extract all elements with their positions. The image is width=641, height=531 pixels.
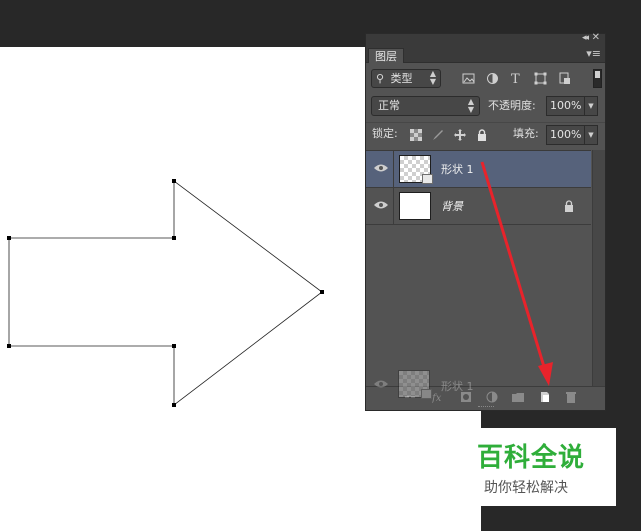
layer-thumbnail	[398, 370, 432, 399]
type-filter-icon[interactable]: T	[510, 71, 523, 84]
panel-title-strip: ◂◂ ✕	[366, 32, 605, 46]
shape-filter-icon[interactable]	[534, 72, 547, 85]
lock-image-pixels-icon[interactable]	[432, 129, 444, 141]
close-icon[interactable]: ✕	[592, 32, 600, 43]
layers-panel: ◂◂ ✕ 图层 ▾≡ ⚲ 类型 ▲ ▼ T 正常 ▲ ▼ 不透明度: 100% ▼ …	[365, 32, 606, 411]
chevron-updown-icon: ▲ ▼	[467, 97, 474, 114]
smart-object-filter-icon[interactable]	[558, 72, 571, 85]
collapse-icon[interactable]: ◂◂	[582, 33, 589, 43]
anchor-point[interactable]	[172, 344, 176, 348]
search-icon: ⚲	[376, 72, 385, 85]
adjustment-filter-icon[interactable]	[486, 72, 499, 85]
anchor-point[interactable]	[172, 179, 176, 183]
layer-name[interactable]: 背景	[441, 198, 463, 214]
anchor-point[interactable]	[7, 344, 11, 348]
drag-ghost-name: 形状 1	[441, 380, 474, 393]
layer-row-shape-1[interactable]: 形状 1	[366, 151, 591, 188]
anchor-points[interactable]	[7, 179, 324, 407]
filter-type-dropdown[interactable]: ⚲ 类型 ▲ ▼	[371, 69, 441, 88]
eye-icon[interactable]	[374, 200, 388, 210]
layer-name[interactable]: 形状 1	[441, 161, 474, 177]
filter-row: ⚲ 类型 ▲ ▼ T	[366, 67, 605, 91]
fill-input[interactable]: 100%	[546, 125, 584, 145]
shape-layer-badge-icon	[421, 389, 432, 399]
filter-type-label: 类型	[390, 72, 413, 85]
chevron-updown-icon: ▲ ▼	[429, 69, 436, 86]
layers-scrollbar[interactable]	[592, 150, 605, 400]
watermark-logo: 百科全说 助你轻松解决	[470, 428, 616, 506]
fill-dropdown-button[interactable]: ▼	[584, 125, 598, 145]
shape-layer-badge-icon	[422, 174, 433, 184]
panel-resize-grip[interactable]	[478, 406, 494, 409]
anchor-point[interactable]	[320, 290, 324, 294]
lock-all-icon[interactable]	[476, 129, 488, 141]
eye-icon	[374, 380, 388, 388]
svg-text:T: T	[511, 72, 520, 84]
layer-thumbnail	[399, 155, 433, 184]
opacity-dropdown-button[interactable]: ▼	[584, 96, 598, 116]
opacity-input[interactable]: 100%	[546, 96, 584, 116]
arrow-shape-outline	[8, 180, 323, 406]
image-filter-icon[interactable]	[462, 72, 475, 85]
watermark-title: 百科全说	[477, 443, 586, 473]
filter-toggle-switch[interactable]	[593, 69, 602, 88]
lock-label: 锁定:	[372, 127, 398, 140]
anchor-point[interactable]	[172, 403, 176, 407]
panel-tab-bar: 图层 ▾≡	[366, 46, 605, 63]
panel-menu-glyph: ≡	[591, 47, 601, 60]
eye-icon[interactable]	[374, 163, 388, 173]
lock-position-icon[interactable]	[454, 129, 466, 141]
layer-drag-ghost: 形状 1	[367, 366, 577, 403]
layer-row-background[interactable]: 背景	[366, 188, 591, 225]
anchor-point[interactable]	[172, 236, 176, 240]
blend-mode-dropdown[interactable]: 正常 ▲ ▼	[371, 96, 480, 116]
blend-row: 正常 ▲ ▼ 不透明度: 100% ▼	[366, 95, 605, 119]
watermark-subtitle: 助你轻松解决	[484, 480, 568, 496]
layer-thumbnail	[399, 192, 431, 220]
fill-label: 填充:	[513, 127, 539, 140]
lock-transparent-pixels-icon[interactable]	[410, 129, 422, 141]
tab-layers[interactable]: 图层	[368, 48, 404, 63]
anchor-point[interactable]	[7, 236, 11, 240]
lock-row: 锁定: 填充: 100% ▼	[366, 122, 605, 147]
panel-menu-icon[interactable]: ▾≡	[586, 48, 601, 60]
lock-icon	[565, 200, 573, 212]
blend-mode-value: 正常	[378, 99, 400, 112]
opacity-label: 不透明度:	[488, 99, 536, 112]
layers-list: 形状 1 背景	[366, 150, 591, 400]
